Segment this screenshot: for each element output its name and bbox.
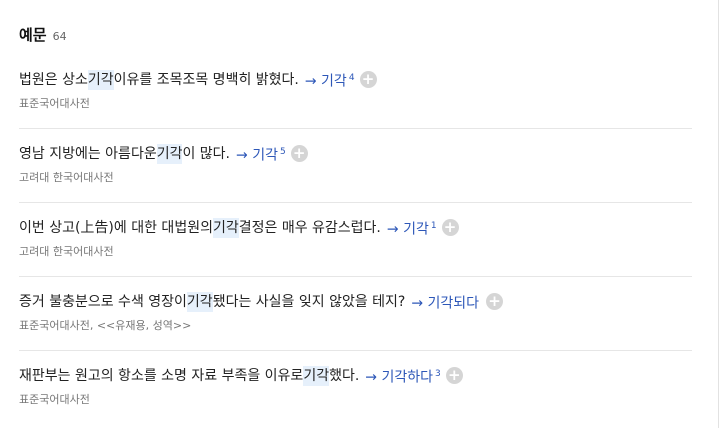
example-sentence: 재판부는 원고의 항소를 소명 자료 부족을 이유로 기각 했다. → 기각하다 3… (19, 364, 692, 388)
sentence-text: 재판부는 원고의 항소를 소명 자료 부족을 이유로 (19, 367, 304, 384)
example-source: 표준국어대사전 (19, 392, 90, 406)
example-item: 법원은 상소 기각 이유를 조목조목 명백히 밝혔다. → 기각 4 + 표준국어… (19, 55, 692, 129)
sentence-text: 이유를 조목조목 명백히 밝혔다. (113, 71, 299, 88)
example-count: 64 (52, 30, 67, 43)
sentence-text: 영남 지방에는 아름다운 (19, 145, 157, 162)
highlighted-keyword: 기각 (303, 365, 330, 386)
section-header: 예문 64 (19, 24, 67, 45)
highlighted-keyword: 기각 (87, 69, 114, 90)
example-item: 영남 지방에는 아름다운 기각 이 많다. → 기각 5 + 고려대 한국어대사전 (19, 129, 692, 203)
homonym-number: 1 (430, 221, 437, 231)
headword-link[interactable]: → 기각 5 (236, 142, 286, 166)
sentence-text: 됐다는 사실을 잊지 않았을 테지? (212, 293, 406, 310)
headword-link[interactable]: → 기각 4 (305, 68, 355, 92)
example-sentence: 법원은 상소 기각 이유를 조목조목 명백히 밝혔다. → 기각 4 + (19, 68, 692, 92)
homonym-number: 5 (279, 147, 286, 157)
example-list: 법원은 상소 기각 이유를 조목조목 명백히 밝혔다. → 기각 4 + 표준국어… (19, 55, 692, 425)
plus-circle-icon[interactable]: + (486, 293, 504, 311)
plus-circle-icon[interactable]: + (441, 219, 459, 237)
highlighted-keyword: 기각 (212, 217, 239, 238)
example-source: 고려대 한국어대사전 (19, 170, 114, 184)
example-sentence: 영남 지방에는 아름다운 기각 이 많다. → 기각 5 + (19, 142, 692, 166)
headword-link[interactable]: → 기각되다 (411, 290, 481, 314)
example-panel: 예문 64 법원은 상소 기각 이유를 조목조목 명백히 밝혔다. → 기각 4 … (0, 0, 719, 428)
example-source: 고려대 한국어대사전 (19, 244, 114, 258)
sentence-text: 증거 불충분으로 수색 영장이 (19, 293, 187, 310)
example-item: 이번 상고(上告)에 대한 대법원의 기각 결정은 매우 유감스럽다. → 기각… (19, 203, 692, 277)
highlighted-keyword: 기각 (156, 143, 183, 164)
sentence-text: 했다. (329, 367, 360, 384)
example-source: 표준국어대사전, <<유재용, 성역>> (19, 318, 192, 332)
homonym-number: 4 (348, 73, 355, 83)
section-title: 예문 (19, 26, 47, 44)
sentence-text: 법원은 상소 (19, 71, 88, 88)
example-sentence: 증거 불충분으로 수색 영장이 기각 됐다는 사실을 잊지 않았을 테지? → 기… (19, 290, 692, 314)
homonym-number: 3 (435, 369, 441, 379)
sentence-text: 결정은 매우 유감스럽다. (238, 219, 381, 236)
sentence-text: 이번 상고(上告)에 대한 대법원의 (19, 219, 213, 236)
example-item: 재판부는 원고의 항소를 소명 자료 부족을 이유로 기각 했다. → 기각하다 3… (19, 351, 692, 425)
plus-circle-icon[interactable]: + (359, 71, 377, 89)
example-source: 표준국어대사전 (19, 96, 90, 110)
headword-link[interactable]: → 기각하다 3 (365, 364, 440, 388)
headword-link[interactable]: → 기각 1 (387, 216, 437, 240)
plus-circle-icon[interactable]: + (290, 145, 308, 163)
highlighted-keyword: 기각 (186, 291, 213, 312)
sentence-text: 이 많다. (182, 145, 231, 162)
plus-circle-icon[interactable]: + (445, 367, 463, 385)
example-sentence: 이번 상고(上告)에 대한 대법원의 기각 결정은 매우 유감스럽다. → 기각… (19, 216, 692, 240)
example-item: 증거 불충분으로 수색 영장이 기각 됐다는 사실을 잊지 않았을 테지? → 기… (19, 277, 692, 351)
